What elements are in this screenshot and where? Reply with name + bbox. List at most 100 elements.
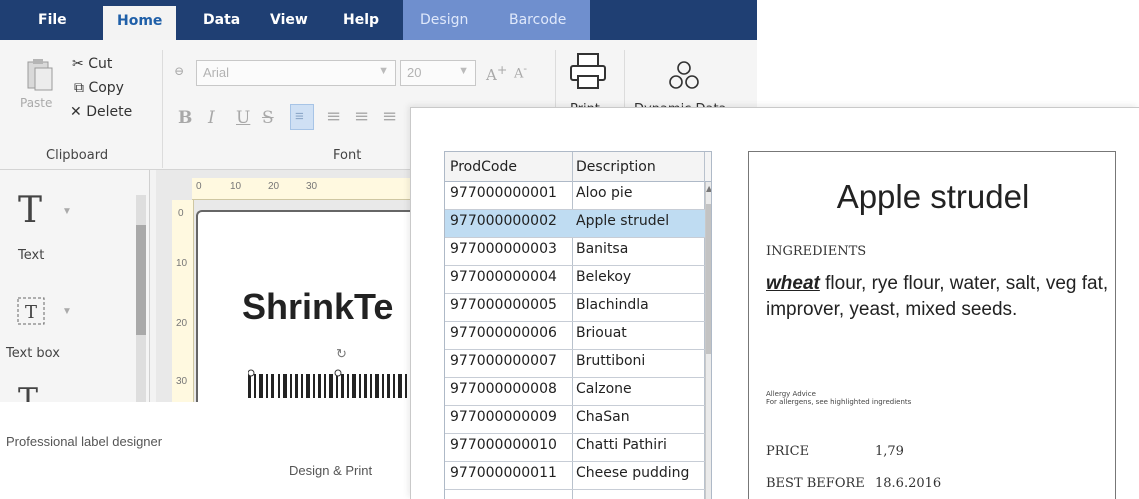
data-table[interactable]: ProdCode Description 977000000001 Aloo pi…: [444, 151, 712, 499]
table-row[interactable]: 977000000006 Briouat: [445, 322, 711, 350]
ruler-mark: 10: [230, 181, 242, 192]
rich-text-tool-icon[interactable]: T: [18, 382, 38, 402]
chevron-down-icon: ▼: [62, 206, 72, 217]
cell-prodcode: 977000000011: [450, 465, 557, 481]
bold-button[interactable]: B: [178, 108, 192, 128]
cut-label: Cut: [88, 56, 113, 72]
cell-description: Cheese pudding: [576, 465, 690, 481]
best-before-label: BEST BEFORE: [766, 476, 865, 491]
tab-data[interactable]: Data: [203, 12, 240, 28]
text-box-tool-label: Text box: [6, 346, 60, 361]
ruler-mark: 30: [176, 376, 188, 387]
font-size-select[interactable]: 20 ▼: [400, 60, 476, 86]
paste-label: Paste: [20, 96, 53, 110]
align-right-icon[interactable]: ≡: [354, 106, 369, 127]
ruler-mark: 20: [176, 318, 188, 329]
barcode-object[interactable]: [248, 368, 428, 398]
svg-text:T: T: [25, 302, 37, 323]
scroll-up-icon[interactable]: ▲: [706, 184, 711, 193]
italic-button[interactable]: I: [208, 108, 215, 128]
toolbox-panel: T ▼ Text T ▼ Text box T ▲: [0, 170, 150, 402]
cell-description: Calzone: [576, 381, 632, 397]
paste-button[interactable]: Paste: [20, 58, 64, 118]
rotate-handle-icon[interactable]: ↻: [336, 346, 347, 362]
preview-ingredients-heading: INGREDIENTS: [766, 244, 867, 259]
tab-help[interactable]: Help: [343, 12, 379, 28]
text-tool[interactable]: T ▼ Text: [12, 190, 122, 270]
cell-description: Chatti Pathiri: [576, 437, 667, 453]
table-row[interactable]: 977000000001 Aloo pie: [445, 182, 711, 210]
caption-professional-label-designer: Professional label designer: [6, 434, 163, 449]
copy-icon: ⧉: [74, 80, 84, 96]
column-header-description[interactable]: Description: [576, 159, 656, 175]
justify-icon[interactable]: ≡: [382, 106, 397, 127]
table-row[interactable]: 977000000003 Banitsa: [445, 238, 711, 266]
allergy-advice-title: Allergy Advice: [766, 390, 816, 398]
caption-design-print: Design & Print: [289, 463, 373, 478]
table-row[interactable]: 977000000008 Calzone: [445, 378, 711, 406]
tab-barcode[interactable]: Barcode: [509, 12, 566, 28]
vertical-ruler: 0 10 20 30: [172, 200, 194, 402]
toolbox-scrollbar[interactable]: [136, 195, 146, 402]
price-label: PRICE: [766, 444, 810, 459]
cell-prodcode: 977000000002: [450, 213, 557, 229]
table-row[interactable]: 977000000002 Apple strudel: [445, 210, 711, 238]
strikethrough-button[interactable]: S: [262, 108, 274, 128]
text-box-icon: T: [17, 297, 45, 325]
table-row[interactable]: 977000000009 ChaSan: [445, 406, 711, 434]
tab-design[interactable]: Design: [420, 12, 468, 28]
cell-prodcode: 977000000006: [450, 325, 557, 341]
chevron-down-icon: ▼: [458, 65, 469, 77]
text-box-tool[interactable]: T ▼ Text box: [6, 294, 122, 364]
cell-description: ChaSan: [576, 409, 630, 425]
table-row[interactable]: 977000000005 Blachindla: [445, 294, 711, 322]
label-text-object[interactable]: ShrinkTe: [242, 286, 393, 328]
cell-prodcode: 977000000007: [450, 353, 557, 369]
table-row[interactable]: 977000000011 Cheese pudding: [445, 462, 711, 490]
table-row[interactable]: 977000000007 Bruttiboni: [445, 350, 711, 378]
table-row[interactable]: 977000000010 Chatti Pathiri: [445, 434, 711, 462]
tab-file[interactable]: File: [38, 12, 67, 28]
underline-button[interactable]: U: [236, 108, 250, 128]
preview-product-title: Apple strudel: [836, 178, 1030, 215]
tab-view[interactable]: View: [270, 12, 308, 28]
allergy-advice-text: For allergens, see highlighted ingredien…: [766, 398, 912, 406]
preview-ingredients-text: wheat flour, rye flour, water, salt, veg…: [766, 271, 1111, 323]
table-header: ProdCode Description: [445, 152, 711, 182]
shrink-font-icon[interactable]: A-: [514, 62, 527, 81]
align-left-button[interactable]: ≡: [290, 104, 314, 130]
allergen-highlight: wheat: [766, 273, 820, 294]
ruler-mark: 10: [176, 258, 188, 269]
cell-description: Banitsa: [576, 241, 629, 257]
cell-prodcode: 977000000009: [450, 409, 557, 425]
copy-button[interactable]: ⧉ Copy: [74, 80, 124, 96]
tab-home[interactable]: Home: [103, 6, 177, 40]
ruler-mark: 30: [306, 181, 318, 192]
delete-button[interactable]: ✕ Delete: [70, 104, 132, 120]
table-scrollbar[interactable]: ▲: [705, 182, 711, 499]
scrollbar-thumb[interactable]: [136, 225, 146, 335]
cell-description: Apple strudel: [576, 213, 670, 229]
dynamic-data-icon: [669, 61, 699, 89]
ruler-mark: 20: [268, 181, 280, 192]
cell-prodcode: 977000000001: [450, 185, 557, 201]
font-family-select[interactable]: Arial ▼: [196, 60, 396, 86]
chevron-down-icon: ▼: [62, 306, 72, 317]
align-center-icon[interactable]: ≡: [326, 106, 341, 127]
scrollbar-thumb[interactable]: [706, 204, 711, 354]
ruler-mark: 0: [178, 208, 184, 219]
chevron-down-icon: ▼: [378, 65, 389, 77]
cell-prodcode: 977000000005: [450, 297, 557, 313]
text-tool-label: Text: [18, 248, 45, 263]
font-size-value: 20: [407, 65, 422, 80]
cut-button[interactable]: ✂ Cut: [72, 56, 112, 72]
table-row[interactable]: 977000000004 Belekoy: [445, 266, 711, 294]
scissors-icon: ✂: [72, 56, 84, 72]
delete-icon: ✕: [70, 104, 82, 120]
allergy-advice: Allergy Advice For allergens, see highli…: [766, 390, 911, 406]
paste-icon: [27, 59, 53, 91]
printer-icon: [570, 53, 606, 89]
cell-description: Blachindla: [576, 297, 649, 313]
column-header-prodcode[interactable]: ProdCode: [450, 159, 517, 175]
grow-font-icon[interactable]: A+: [486, 62, 507, 84]
